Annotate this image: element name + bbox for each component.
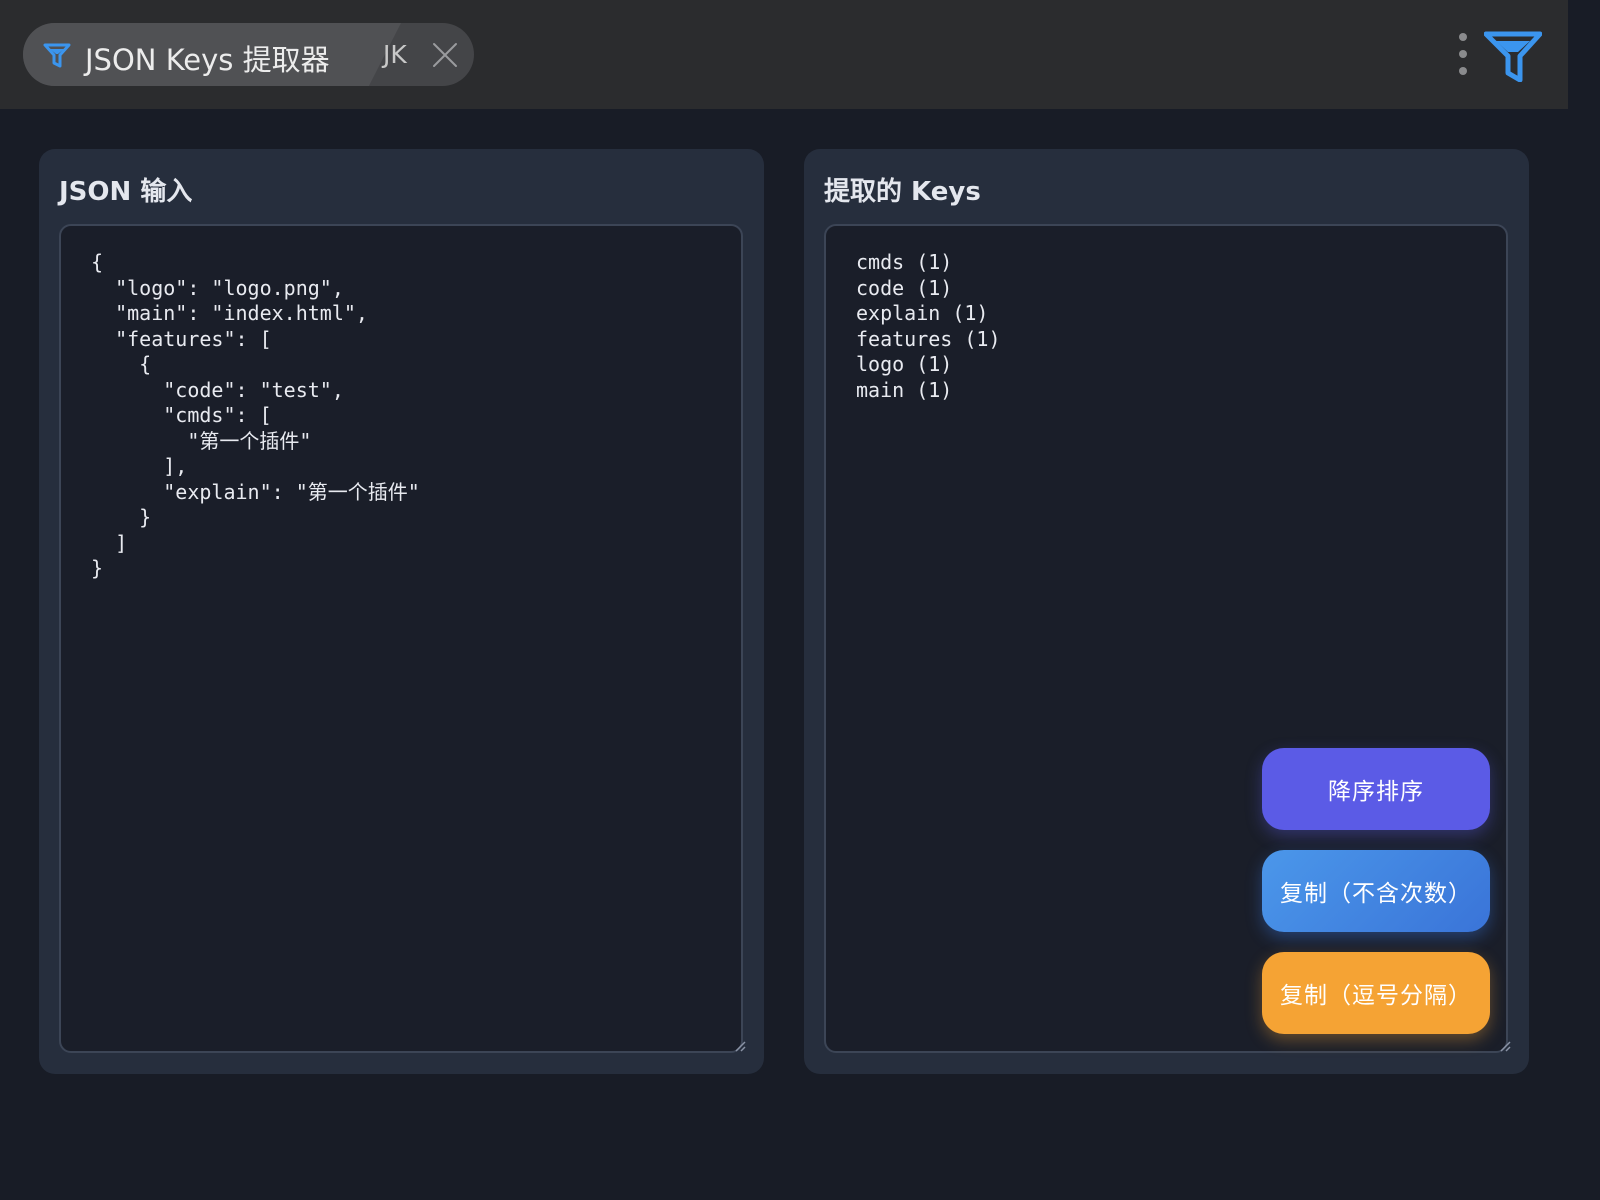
- keys-output-title: 提取的 Keys: [824, 177, 981, 207]
- resize-grip-icon[interactable]: [734, 1040, 746, 1052]
- keys-output-panel: 提取的 Keys cmds (1) code (1) explain (1) f…: [804, 149, 1529, 1074]
- app-tab[interactable]: JSON Keys 提取器 JK: [23, 23, 474, 86]
- filter-logo-icon: [1484, 31, 1542, 82]
- title-bar: JSON Keys 提取器 JK: [0, 0, 1568, 109]
- resize-grip-icon[interactable]: [1499, 1040, 1511, 1052]
- json-input-panel: JSON 输入 { "logo": "logo.png", "main": "i…: [39, 149, 764, 1074]
- tab-title: JSON Keys 提取器: [85, 43, 330, 77]
- copy-without-count-button[interactable]: 复制（不含次数）: [1262, 850, 1490, 932]
- more-vertical-icon[interactable]: [1456, 33, 1470, 75]
- json-input-textarea[interactable]: { "logo": "logo.png", "main": "index.htm…: [59, 224, 743, 1053]
- close-icon[interactable]: [432, 42, 458, 68]
- json-input-title: JSON 输入: [59, 177, 193, 207]
- sort-desc-button[interactable]: 降序排序: [1262, 748, 1490, 830]
- tab-short-label: JK: [383, 40, 407, 69]
- filter-icon: [43, 43, 71, 68]
- copy-comma-separated-button[interactable]: 复制（逗号分隔）: [1262, 952, 1490, 1034]
